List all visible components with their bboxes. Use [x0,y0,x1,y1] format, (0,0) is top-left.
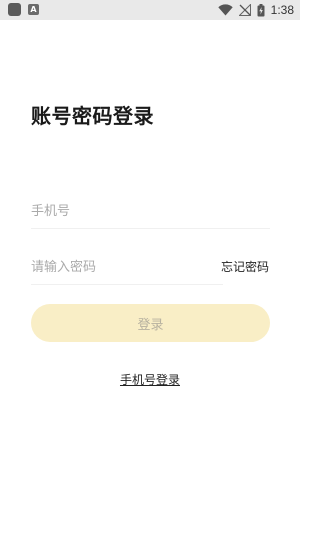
wifi-icon [217,4,233,16]
a-badge-icon: A [28,4,39,15]
login-screen: A 1:38 账号密码登录 忘记密码 登录 手机号登录 [0,0,300,533]
no-signal-icon [238,4,251,16]
status-time: 1:38 [270,3,294,17]
password-field [31,252,223,285]
login-button[interactable]: 登录 [31,304,270,342]
phone-login-container: 手机号登录 [0,371,300,388]
battery-charging-icon [257,3,265,16]
app-notification-icon [8,3,21,16]
page-title: 账号密码登录 [31,104,154,128]
phone-input[interactable] [31,196,270,226]
forgot-password-link[interactable]: 忘记密码 [221,258,269,275]
phone-login-link[interactable]: 手机号登录 [120,373,180,387]
status-bar-left: A [8,3,39,16]
phone-field [31,196,270,229]
status-bar: A 1:38 [0,0,300,20]
password-input[interactable] [31,252,223,282]
status-bar-right: 1:38 [217,2,294,18]
